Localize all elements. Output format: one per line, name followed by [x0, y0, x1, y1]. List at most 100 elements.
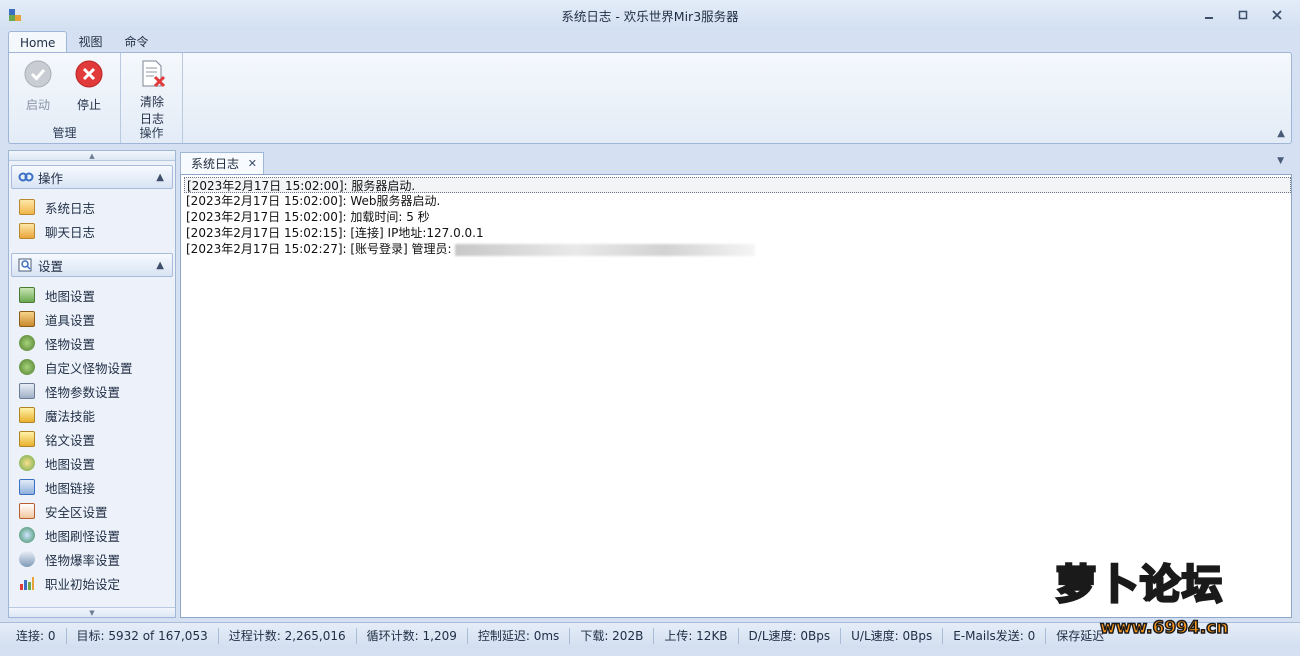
sidebar-item-label: 地图设置: [45, 456, 96, 472]
tab-system-log-label: 系统日志: [191, 157, 240, 171]
tab-home[interactable]: Home: [8, 31, 68, 53]
minimize-icon[interactable]: [1194, 4, 1224, 26]
log-line[interactable]: [2023年2月17日 15:02:00]: 加载时间: 5 秒: [184, 209, 1291, 225]
settings-list: 地图设置 道具设置 怪物设置 自定义怪物设置 怪物参数设置 魔法技能 铭文设置: [9, 277, 175, 601]
sidebar-item-label: 怪物参数设置: [45, 384, 121, 400]
group-caption-manage: 管理: [52, 126, 77, 140]
sidebar-item-label: 怪物爆率设置: [45, 552, 121, 568]
system-log-icon: [19, 199, 35, 215]
close-icon[interactable]: [1262, 4, 1292, 26]
tab-view[interactable]: 视图: [67, 31, 113, 53]
status-download: 下载: 202B: [570, 627, 655, 644]
group-caption-operation: 操作: [139, 126, 164, 140]
watermark-title: 萝卜论坛: [1055, 561, 1224, 610]
tab-list-dropdown-icon[interactable]: ▼: [1277, 156, 1284, 166]
clear-log-icon: [142, 60, 166, 88]
start-label: 启动: [25, 98, 50, 112]
map-settings-2-icon: [19, 455, 35, 471]
clear-log-button[interactable]: 清除 日志: [130, 59, 174, 127]
sidebar-item-map-settings[interactable]: 地图设置: [9, 283, 175, 307]
sidebar-item-label: 地图链接: [45, 480, 96, 496]
map-spawn-icon: [19, 527, 35, 543]
inscription-icon: [19, 431, 35, 447]
navigation-panel: ▲ 操作 ▲ 系统日志 聊天日志 设置 ▲ 地图设置 道具设置 怪物设置 自定义…: [8, 150, 176, 618]
log-line[interactable]: [2023年2月17日 15:02:00]: Web服务器启动.: [184, 193, 1291, 209]
drop-rate-icon: [19, 551, 35, 567]
status-ul-speed: U/L速度: 0Bps: [841, 627, 944, 644]
status-target: 目标: 5932 of 167,053: [67, 627, 219, 644]
tab-command[interactable]: 命令: [113, 31, 159, 53]
ribbon-group-manage: 启动 停止 管理: [9, 53, 121, 143]
sidebar-item-label: 怪物设置: [45, 336, 96, 352]
monster-params-icon: [19, 383, 35, 399]
chevron-up-icon: ▲: [156, 171, 164, 183]
status-loop-count: 循环计数: 1,209: [357, 627, 468, 644]
safe-zone-icon: [19, 503, 35, 519]
watermark-logo: 萝卜论坛 www.6994.cn: [1046, 552, 1286, 652]
sidebar-item-map-spawn[interactable]: 地图刷怪设置: [9, 523, 175, 547]
tab-system-log[interactable]: 系统日志 ✕: [180, 152, 264, 174]
chat-log-icon: [19, 223, 35, 239]
sidebar-item-monster-params[interactable]: 怪物参数设置: [9, 379, 175, 403]
sidebar-item-chat-log[interactable]: 聊天日志: [9, 219, 175, 243]
scroll-down-icon[interactable]: ▼: [9, 607, 175, 617]
sidebar-item-custom-monster[interactable]: 自定义怪物设置: [9, 355, 175, 379]
log-line-text: [2023年2月17日 15:02:27]: [账号登录] 管理员:: [186, 242, 452, 256]
map-settings-icon: [19, 287, 35, 303]
group-header-operation[interactable]: 操作 ▲: [11, 165, 173, 189]
status-control-delay: 控制延迟: 0ms: [468, 627, 571, 644]
status-upload: 上传: 12KB: [654, 627, 739, 644]
sidebar-item-inscription[interactable]: 铭文设置: [9, 427, 175, 451]
sidebar-item-safe-zone[interactable]: 安全区设置: [9, 499, 175, 523]
start-button[interactable]: 启动: [16, 59, 60, 113]
window-title: 系统日志 - 欢乐世界Mir3服务器: [561, 8, 739, 24]
sidebar-item-label: 系统日志: [45, 200, 96, 216]
title-bar: 系统日志 - 欢乐世界Mir3服务器: [0, 0, 1300, 30]
log-line-redacted[interactable]: [2023年2月17日 15:02:27]: [账号登录] 管理员:: [184, 241, 1291, 257]
status-process-count: 过程计数: 2,265,016: [219, 627, 357, 644]
sidebar-item-label: 聊天日志: [45, 224, 96, 240]
group-header-settings[interactable]: 设置 ▲: [11, 253, 173, 277]
ribbon-group-operation: 清除 日志 操作: [121, 53, 183, 143]
sidebar-item-drop-rate[interactable]: 怪物爆率设置: [9, 547, 175, 571]
status-dl-speed: D/L速度: 0Bps: [739, 627, 842, 644]
sidebar-item-label: 职业初始设定: [45, 576, 121, 592]
sidebar-item-label: 安全区设置: [45, 504, 108, 520]
collapse-ribbon-icon[interactable]: ▲: [1277, 128, 1285, 139]
sidebar-item-label: 自定义怪物设置: [45, 360, 133, 376]
sidebar-item-system-log[interactable]: 系统日志: [9, 195, 175, 219]
sidebar-item-label: 魔法技能: [45, 408, 96, 424]
clear-log-label-1: 清除: [139, 95, 164, 109]
operation-list: 系统日志 聊天日志: [9, 189, 175, 249]
watermark-url: www.6994.cn: [1099, 617, 1229, 639]
sidebar-item-item-settings[interactable]: 道具设置: [9, 307, 175, 331]
search-settings-icon: [18, 258, 32, 272]
link-icon: [18, 172, 34, 182]
stop-button[interactable]: 停止: [67, 59, 111, 113]
class-init-icon: [20, 577, 34, 590]
sidebar-item-monster-settings[interactable]: 怪物设置: [9, 331, 175, 355]
scroll-up-icon[interactable]: ▲: [9, 151, 175, 161]
document-tabs: 系统日志 ✕ ▼: [180, 150, 1292, 174]
sidebar-item-label: 道具设置: [45, 312, 96, 328]
restore-icon[interactable]: [1228, 4, 1258, 26]
sidebar-item-class-init[interactable]: 职业初始设定: [9, 571, 175, 595]
chevron-up-icon: ▲: [156, 259, 164, 271]
ribbon-panel: 启动 停止 管理 清除 日志 操作 ▲: [8, 52, 1292, 144]
app-icon: [9, 9, 21, 21]
close-tab-icon[interactable]: ✕: [248, 157, 257, 170]
sidebar-item-map-link[interactable]: 地图链接: [9, 475, 175, 499]
group-title-operation: 操作: [38, 170, 64, 186]
log-line[interactable]: [2023年2月17日 15:02:15]: [连接] IP地址:127.0.0…: [184, 225, 1291, 241]
sidebar-item-magic-skill[interactable]: 魔法技能: [9, 403, 175, 427]
status-emails-sent: E-Mails发送: 0: [943, 627, 1047, 644]
monster-settings-icon: [19, 335, 35, 351]
stop-icon: [75, 60, 103, 88]
ribbon-tabs: Home 视图 命令: [8, 31, 159, 53]
redacted-blur: [455, 243, 756, 256]
sidebar-item-label: 地图刷怪设置: [45, 528, 121, 544]
log-line[interactable]: [2023年2月17日 15:02:00]: 服务器启动.: [184, 177, 1291, 193]
sidebar-item-map-settings-2[interactable]: 地图设置: [9, 451, 175, 475]
item-settings-icon: [19, 311, 35, 327]
status-connections: 连接: 0: [8, 627, 67, 644]
